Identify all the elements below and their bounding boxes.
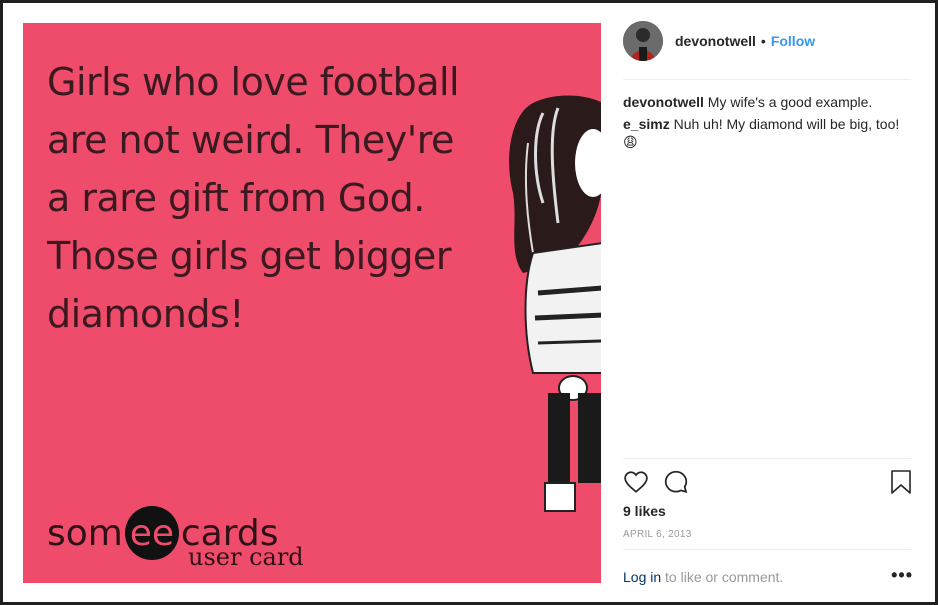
divider xyxy=(623,79,911,80)
bookmark-icon[interactable] xyxy=(889,469,913,495)
comment-username[interactable]: devonotwell xyxy=(623,94,704,110)
divider xyxy=(623,549,911,550)
ecard: Girls who love football are not weird. T… xyxy=(23,23,601,583)
logo-subtitle: user card xyxy=(188,543,304,571)
login-link[interactable]: Log in xyxy=(623,569,661,585)
post-date: APRIL 6, 2013 xyxy=(623,529,692,540)
comment-item: e_simz Nuh uh! My diamond will be big, t… xyxy=(623,115,913,151)
ecard-line: Those girls get bigger xyxy=(47,234,451,278)
more-options-icon[interactable]: ••• xyxy=(891,565,913,586)
login-prompt: Log in to like or comment. xyxy=(623,569,913,585)
post-username[interactable]: devonotwell xyxy=(675,33,756,49)
comment-username[interactable]: e_simz xyxy=(623,116,670,132)
heart-icon[interactable] xyxy=(623,469,649,495)
login-prompt-text: to like or comment. xyxy=(661,569,784,585)
logo-text-left: som xyxy=(47,512,123,554)
ecard-line: Girls who love football xyxy=(47,60,460,104)
avatar-image xyxy=(623,21,663,61)
comment-text: My wife's a good example. xyxy=(707,94,873,110)
ecard-line: diamonds! xyxy=(47,292,244,336)
comment-icon[interactable] xyxy=(663,469,689,495)
post-header: devonotwell • Follow xyxy=(623,21,815,61)
ecard-text: Girls who love football are not weird. T… xyxy=(47,53,517,343)
action-bar xyxy=(623,469,913,495)
avatar[interactable] xyxy=(623,21,663,61)
post-image[interactable]: Girls who love football are not weird. T… xyxy=(3,3,601,602)
follow-button[interactable]: Follow xyxy=(771,33,815,49)
instagram-post: Girls who love football are not weird. T… xyxy=(3,3,935,602)
likes-count[interactable]: 9 likes xyxy=(623,503,666,519)
divider xyxy=(623,458,911,459)
comments-list: devonotwell My wife's a good example. e_… xyxy=(623,93,913,155)
comment-item: devonotwell My wife's a good example. xyxy=(623,93,913,111)
girl-illustration xyxy=(509,95,601,512)
logo-ee: ee xyxy=(124,506,179,560)
ecard-line: are not weird. They're xyxy=(47,118,454,162)
post-sidebar: devonotwell • Follow devonotwell My wife… xyxy=(601,3,935,602)
ecard-line: a rare gift from God. xyxy=(47,176,425,220)
separator-dot: • xyxy=(760,33,766,49)
